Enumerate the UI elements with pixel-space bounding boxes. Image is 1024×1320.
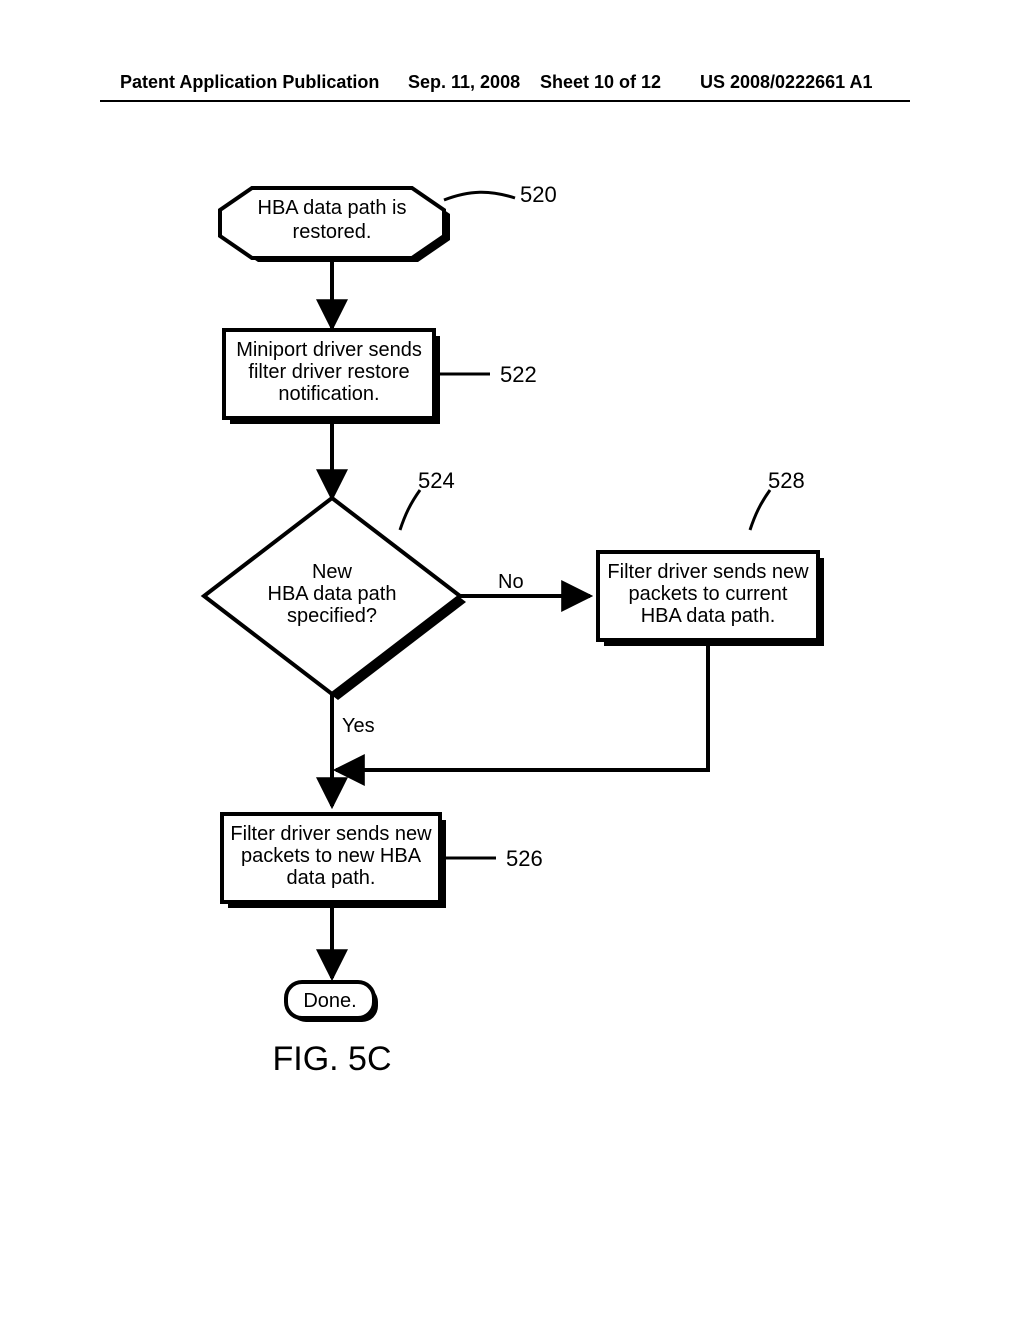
node-526: Filter driver sends new packets to new H…	[222, 814, 446, 908]
node-done-label: Done.	[303, 990, 356, 1012]
node-528: Filter driver sends new packets to curre…	[598, 552, 824, 646]
figure-title: FIG. 5C	[272, 1040, 391, 1078]
node-528-line3: HBA data path.	[641, 605, 776, 627]
node-524: New HBA data path specified?	[204, 498, 466, 700]
ref-526: 526	[506, 846, 543, 871]
ref-522: 522	[500, 362, 537, 387]
node-524-line3: specified?	[287, 605, 377, 627]
node-524-line1: New	[312, 561, 353, 583]
node-522: Miniport driver sends filter driver rest…	[224, 330, 440, 424]
header-left: Patent Application Publication	[120, 72, 379, 93]
node-520-line1: HBA data path is	[258, 197, 407, 219]
header-sheet: Sheet 10 of 12	[540, 72, 661, 93]
node-522-line3: notification.	[278, 383, 379, 405]
node-528-line1: Filter driver sends new	[607, 561, 809, 583]
flowchart: HBA data path is restored. 520 Miniport …	[120, 170, 920, 1220]
node-526-line3: data path.	[287, 867, 376, 889]
node-520: HBA data path is restored.	[220, 188, 450, 262]
header-date: Sep. 11, 2008	[408, 72, 520, 93]
node-520-line2: restored.	[293, 221, 372, 243]
node-528-line2: packets to current	[629, 583, 788, 605]
node-done: Done.	[286, 982, 378, 1022]
node-522-line1: Miniport driver sends	[236, 339, 422, 361]
edge-528-merge	[336, 640, 708, 770]
node-526-line2: packets to new HBA	[241, 845, 422, 867]
edge-no-label: No	[498, 571, 524, 593]
ref-528: 528	[768, 468, 805, 493]
header-rule	[100, 100, 910, 102]
edge-yes-label: Yes	[342, 715, 375, 737]
node-522-line2: filter driver restore	[248, 361, 409, 383]
ref-520: 520	[520, 182, 557, 207]
ref-524: 524	[418, 468, 455, 493]
header-pubno: US 2008/0222661 A1	[700, 72, 872, 93]
node-526-line1: Filter driver sends new	[230, 823, 432, 845]
node-524-line2: HBA data path	[268, 583, 397, 605]
